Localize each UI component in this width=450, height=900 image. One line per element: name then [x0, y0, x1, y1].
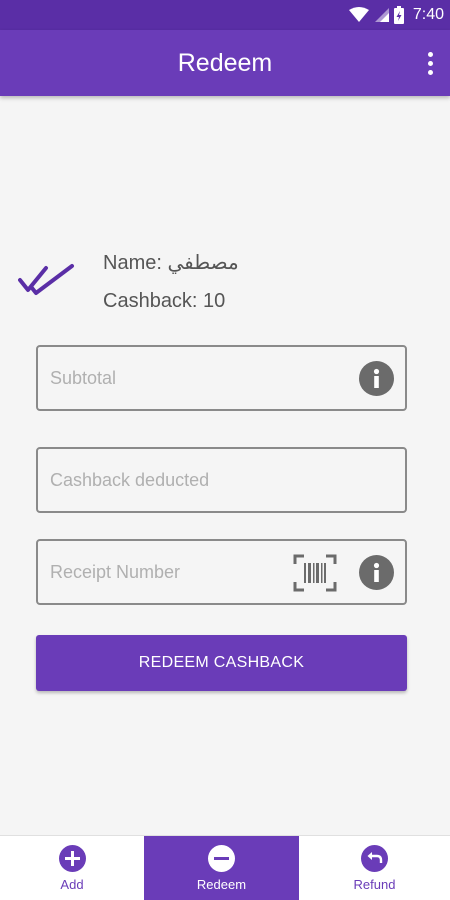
status-bar: 7:40 — [0, 0, 450, 30]
info-icon[interactable] — [359, 361, 394, 396]
signal-icon — [374, 8, 389, 22]
battery-charging-icon — [393, 6, 404, 24]
double-check-icon — [18, 264, 74, 295]
nav-label-refund: Refund — [353, 876, 396, 892]
nav-label-redeem: Redeem — [196, 876, 247, 892]
cashback-deducted-input[interactable] — [50, 449, 380, 511]
customer-name: Name: مصطفي — [103, 252, 239, 274]
bottom-navigation: Add Redeem Refund — [0, 835, 450, 900]
nav-item-redeem[interactable]: Redeem — [144, 836, 299, 900]
barcode-scan-icon[interactable] — [293, 554, 337, 592]
receipt-number-field — [36, 539, 407, 605]
cashback-deducted-field — [36, 447, 407, 513]
more-options-icon[interactable] — [420, 49, 440, 77]
subtotal-input[interactable] — [50, 347, 290, 409]
info-icon[interactable] — [359, 555, 394, 590]
page-title: Redeem — [177, 48, 273, 77]
app-bar: Redeem — [0, 30, 450, 96]
nav-item-refund[interactable]: Refund — [299, 836, 450, 900]
receipt-number-input[interactable] — [50, 541, 280, 603]
plus-circle-icon — [58, 844, 86, 872]
nav-label-add: Add — [60, 876, 84, 892]
nav-item-add[interactable]: Add — [0, 836, 144, 900]
undo-circle-icon — [361, 844, 388, 872]
subtotal-field — [36, 345, 407, 411]
redeem-cashback-button[interactable]: REDEEM CASHBACK — [36, 635, 407, 691]
wifi-icon — [348, 7, 369, 22]
minus-circle-icon — [208, 844, 235, 872]
status-time: 7:40 — [412, 6, 444, 23]
customer-cashback: Cashback: 10 — [103, 290, 226, 312]
